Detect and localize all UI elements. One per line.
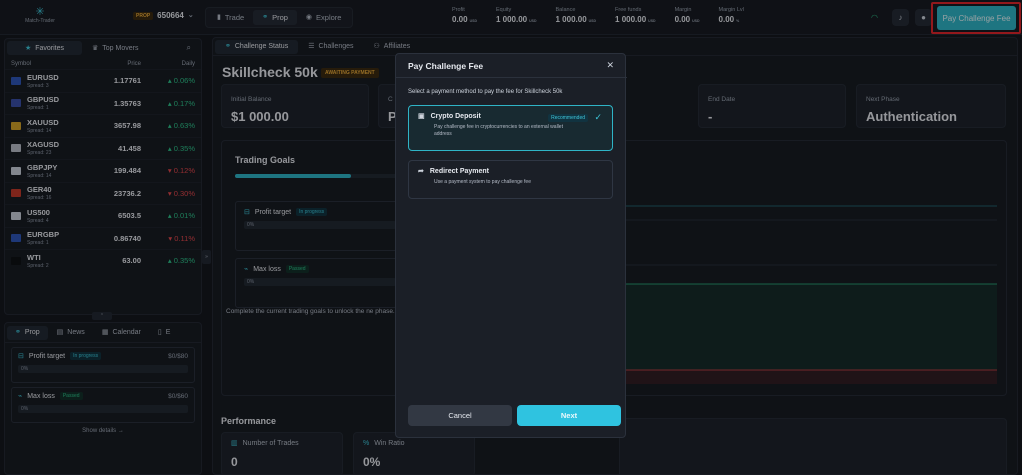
modal-title: Pay Challenge Fee — [408, 61, 484, 71]
redirect-arrow-icon: ➦ — [418, 168, 424, 175]
option-title: Redirect Payment — [429, 168, 490, 175]
check-icon: ✓ — [594, 112, 602, 122]
wallet-icon: ▣ — [418, 113, 425, 120]
next-button[interactable]: Next — [517, 405, 621, 426]
option-description: Use a payment system to pay challenge fe… — [434, 179, 531, 185]
option-crypto-deposit[interactable]: ▣ Crypto Deposit Pay challenge fee in cry… — [408, 105, 613, 151]
cancel-button[interactable]: Cancel — [408, 405, 512, 426]
option-redirect-payment[interactable]: ➦ Redirect Payment Use a payment system t… — [408, 160, 613, 199]
recommended-badge: Recommended — [548, 114, 588, 122]
option-description: Pay challenge fee in cryptocurrencies to… — [434, 124, 563, 137]
close-icon[interactable]: ✕ — [606, 60, 614, 71]
modal-description: Select a payment method to pay the fee f… — [408, 89, 563, 95]
app-window: ✳ Match-Trader PROP 650664 ⌄ ▮ Trade ⚭ P… — [0, 0, 1022, 475]
divider — [396, 77, 627, 78]
option-title: Crypto Deposit — [430, 113, 481, 120]
pay-challenge-fee-modal: Pay Challenge Fee ✕ Select a payment met… — [395, 53, 627, 438]
